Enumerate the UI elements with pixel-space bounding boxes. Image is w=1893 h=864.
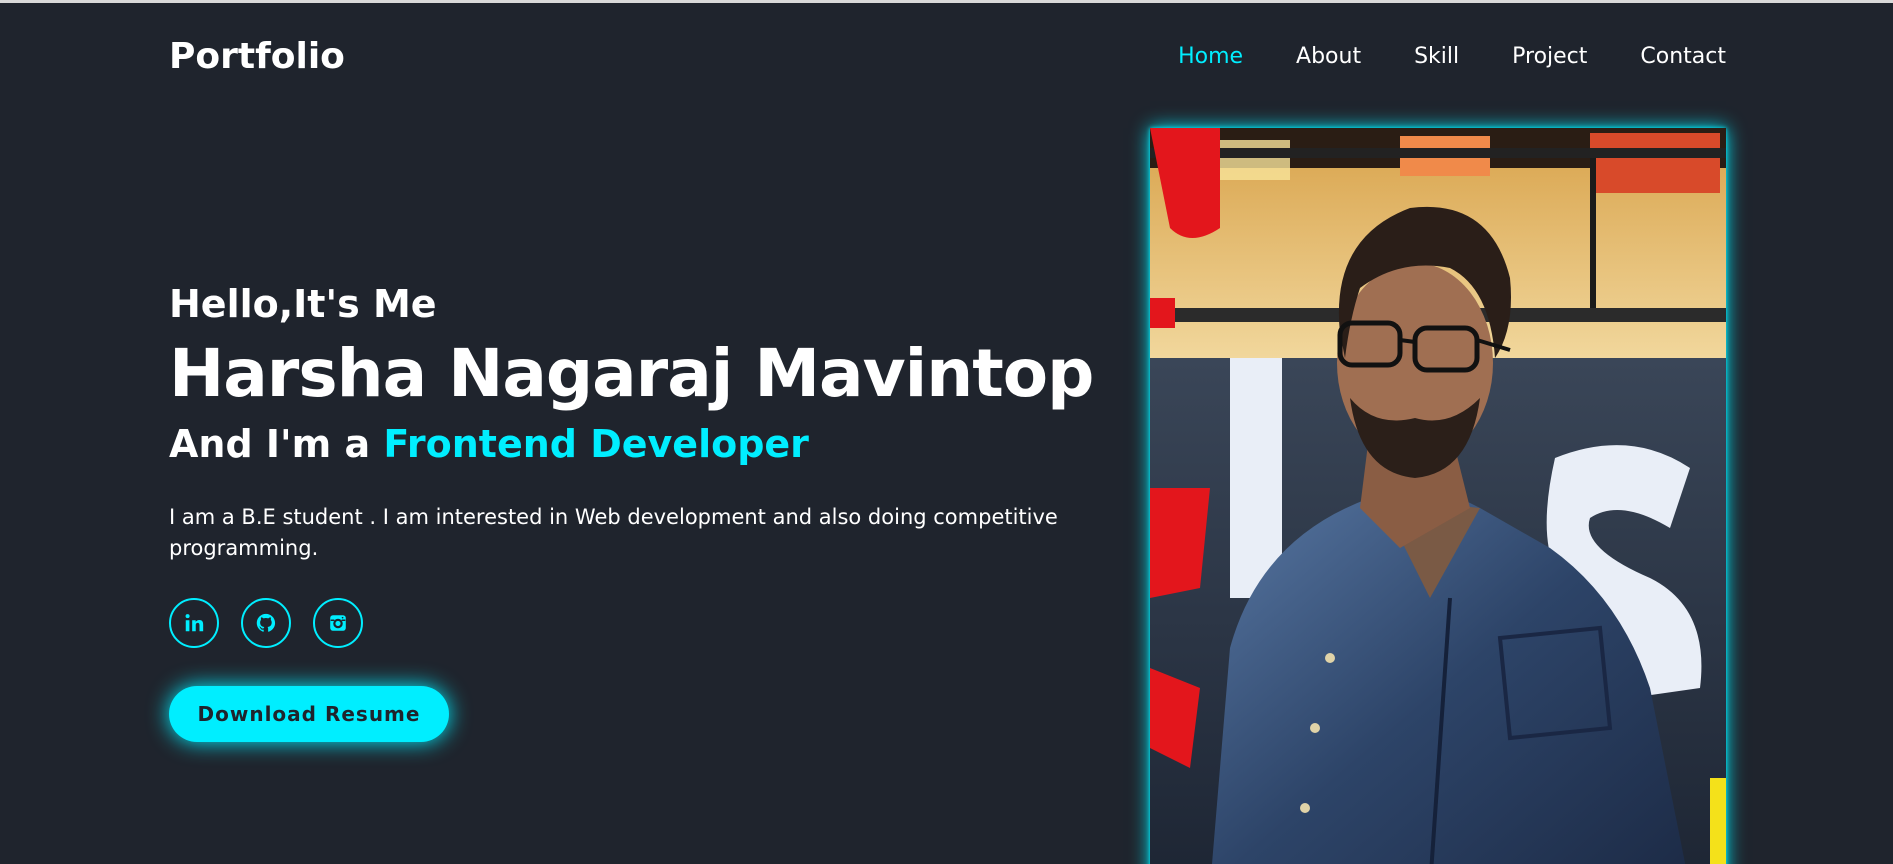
instagram-icon <box>330 615 346 631</box>
social-links <box>169 598 1099 648</box>
github-icon <box>256 613 276 632</box>
download-resume-button[interactable]: Download Resume <box>169 686 449 742</box>
hero-description: I am a B.E student . I am interested in … <box>169 505 1058 560</box>
nav-project[interactable]: Project <box>1512 44 1587 69</box>
hero-name: Harsha Nagaraj Mavintop <box>169 335 1094 412</box>
header: Portfolio Home About Skill Project Conta… <box>169 30 1726 82</box>
browser-top-strip <box>0 0 1893 3</box>
nav-skill[interactable]: Skill <box>1414 44 1459 69</box>
logo[interactable]: Portfolio <box>169 36 345 77</box>
main-nav: Home About Skill Project Contact <box>1125 44 1726 69</box>
role-line: And I'm a Frontend Developer <box>169 418 1099 470</box>
nav-home[interactable]: Home <box>1178 44 1243 69</box>
role-highlight: Frontend Developer <box>383 422 809 466</box>
greeting: Hello,It's Me <box>169 282 437 326</box>
nav-contact[interactable]: Contact <box>1640 44 1726 69</box>
profile-photo <box>1150 128 1726 864</box>
hero-content: Hello,It's Me Harsha Nagaraj Mavintop An… <box>169 280 1099 742</box>
page: Portfolio Home About Skill Project Conta… <box>0 0 1893 864</box>
role-prefix: And I'm a <box>169 422 371 466</box>
linkedin-icon <box>185 614 204 632</box>
github-link[interactable] <box>241 598 291 648</box>
instagram-link[interactable] <box>313 598 363 648</box>
nav-about[interactable]: About <box>1296 44 1361 69</box>
linkedin-link[interactable] <box>169 598 219 648</box>
profile-photo-illustration <box>1150 128 1726 864</box>
